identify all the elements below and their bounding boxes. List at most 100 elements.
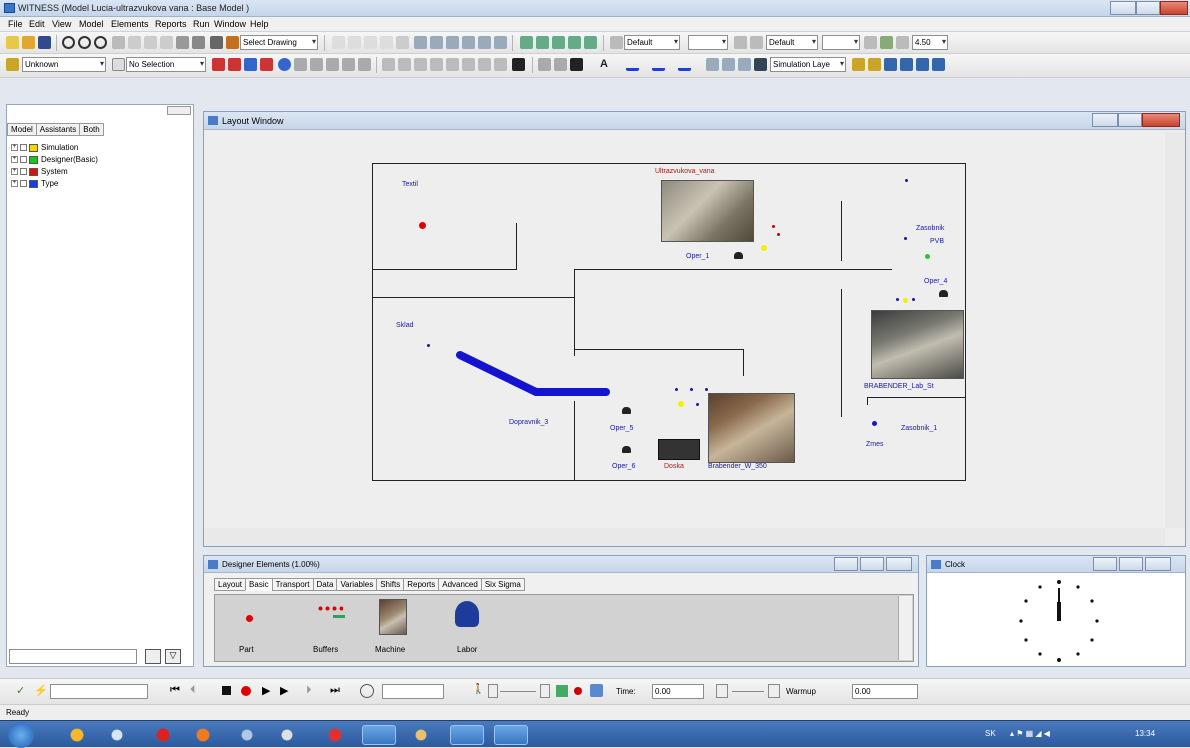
tree-item-designer[interactable]: + Designer(Basic)	[11, 155, 98, 166]
shape-icon[interactable]	[382, 58, 395, 71]
element-icon[interactable]	[520, 36, 533, 49]
simulation-layer-dropdown[interactable]: Simulation Laye	[770, 57, 846, 72]
palette-item-machine[interactable]: Machine	[375, 595, 455, 661]
checkbox[interactable]	[20, 144, 27, 152]
shape-icon[interactable]	[414, 58, 427, 71]
circle-icon[interactable]	[278, 58, 291, 71]
play-small-icon[interactable]	[610, 36, 623, 49]
dopravnik-conveyor[interactable]	[452, 343, 612, 403]
model-icon[interactable]	[494, 36, 507, 49]
layout-minimize-button[interactable]	[1092, 113, 1118, 127]
zoom-value-field[interactable]: 4.50	[912, 35, 948, 50]
plus-icon[interactable]	[112, 58, 125, 71]
app-icon[interactable]	[186, 725, 220, 745]
tab-layout[interactable]: Layout	[214, 578, 247, 591]
layout-close-button[interactable]	[1142, 113, 1180, 127]
close-button[interactable]	[1160, 1, 1188, 15]
animation-icon[interactable]	[556, 685, 568, 697]
display-icon[interactable]	[210, 36, 223, 49]
warmup-field[interactable]: 0.00	[852, 684, 918, 699]
statistics-icon[interactable]	[446, 36, 459, 49]
command-input[interactable]	[50, 684, 148, 699]
palette-item-labor[interactable]: Labor	[445, 595, 525, 661]
time-slider[interactable]	[732, 691, 764, 692]
snap-icon[interactable]	[192, 36, 205, 49]
app-icon[interactable]	[318, 725, 352, 745]
layer-icon[interactable]	[112, 36, 125, 49]
ultrazvukova-vana-machine-image[interactable]	[661, 180, 754, 242]
checkbox[interactable]	[20, 168, 27, 176]
lock-icon[interactable]	[570, 58, 583, 71]
minimize-button[interactable]	[1110, 1, 1136, 15]
layout-icon[interactable]	[738, 58, 751, 71]
checkbox[interactable]	[20, 156, 27, 164]
tab-transport[interactable]: Transport	[271, 578, 314, 591]
reset-icon[interactable]	[462, 36, 475, 49]
language-indicator[interactable]: SK	[985, 729, 996, 738]
clock-restore-button[interactable]	[1119, 557, 1143, 571]
firefox-icon[interactable]	[60, 725, 94, 745]
expand-icon[interactable]: +	[11, 156, 18, 164]
menu-elements[interactable]: Elements	[111, 19, 149, 29]
clock-time[interactable]: 13:34	[1135, 729, 1155, 738]
lightning-icon[interactable]: ⚡	[34, 684, 48, 697]
draw-icon[interactable]	[212, 58, 225, 71]
tree-item-simulation[interactable]: + Simulation	[11, 143, 78, 154]
format-icon[interactable]	[538, 58, 551, 71]
layout-restore-button[interactable]	[1118, 113, 1142, 127]
time-spinner-button[interactable]	[716, 684, 728, 698]
layout-icon[interactable]	[722, 58, 735, 71]
time-spinner-button[interactable]	[768, 684, 780, 698]
clock-minimize-button[interactable]	[1093, 557, 1117, 571]
calculator-icon[interactable]	[230, 725, 264, 745]
oper-6-labor-icon[interactable]	[622, 446, 631, 453]
chart-icon[interactable]	[430, 36, 443, 49]
clock-close-button[interactable]	[1145, 557, 1171, 571]
next-icon[interactable]	[864, 36, 877, 49]
maximize-button[interactable]	[1136, 1, 1160, 15]
palette-item-part[interactable]: Part	[215, 595, 295, 661]
element-icon[interactable]	[568, 36, 581, 49]
shape-icon[interactable]	[430, 58, 443, 71]
paste-icon[interactable]	[348, 36, 361, 49]
shape-icon[interactable]	[446, 58, 459, 71]
step-back-icon[interactable]: ⏴	[190, 684, 196, 697]
tab-shifts[interactable]: Shifts	[376, 578, 405, 591]
step-icon[interactable]	[880, 36, 893, 49]
app-icon[interactable]	[404, 725, 438, 745]
brabender-lab-machine-image[interactable]	[871, 310, 964, 379]
element-icon[interactable]	[536, 36, 549, 49]
find-button[interactable]	[145, 649, 161, 664]
tab-reports[interactable]: Reports	[403, 578, 440, 591]
filter-icon[interactable]: ▽	[165, 649, 181, 664]
explorer-icon[interactable]	[100, 725, 134, 745]
vertical-scrollbar[interactable]	[1165, 132, 1185, 528]
zmes-part-icon[interactable]	[872, 421, 877, 426]
tab-assistants[interactable]: Assistants	[35, 123, 81, 136]
unknown-dropdown[interactable]: Unknown	[22, 57, 106, 72]
record-small-icon[interactable]	[574, 687, 582, 695]
draw-icon[interactable]	[260, 58, 273, 71]
tree-item-type[interactable]: + Type	[11, 179, 58, 190]
new-icon[interactable]	[6, 36, 19, 49]
zoom-out-icon[interactable]	[78, 36, 91, 49]
tab-data[interactable]: Data	[312, 578, 338, 591]
default-blank-dropdown[interactable]	[688, 35, 728, 50]
spinner-button[interactable]	[488, 684, 498, 698]
fast-forward-icon[interactable]: ⏭	[330, 684, 340, 697]
record-icon[interactable]	[241, 686, 251, 696]
down-arrow-icon[interactable]	[144, 36, 157, 49]
cut-icon[interactable]	[364, 36, 377, 49]
open-icon[interactable]	[22, 36, 35, 49]
menu-help[interactable]: Help	[250, 19, 269, 29]
start-button[interactable]	[8, 722, 34, 748]
menu-window[interactable]: Window	[214, 19, 246, 29]
tool-icon[interactable]	[884, 58, 897, 71]
expand-icon[interactable]: +	[11, 180, 18, 188]
draw-icon[interactable]	[294, 58, 307, 71]
check-icon[interactable]: ✓	[16, 684, 30, 697]
search-input[interactable]	[9, 649, 137, 664]
element-type-icon[interactable]	[6, 58, 19, 71]
menu-reports[interactable]: Reports	[155, 19, 187, 29]
zoom-in-icon[interactable]	[62, 36, 75, 49]
